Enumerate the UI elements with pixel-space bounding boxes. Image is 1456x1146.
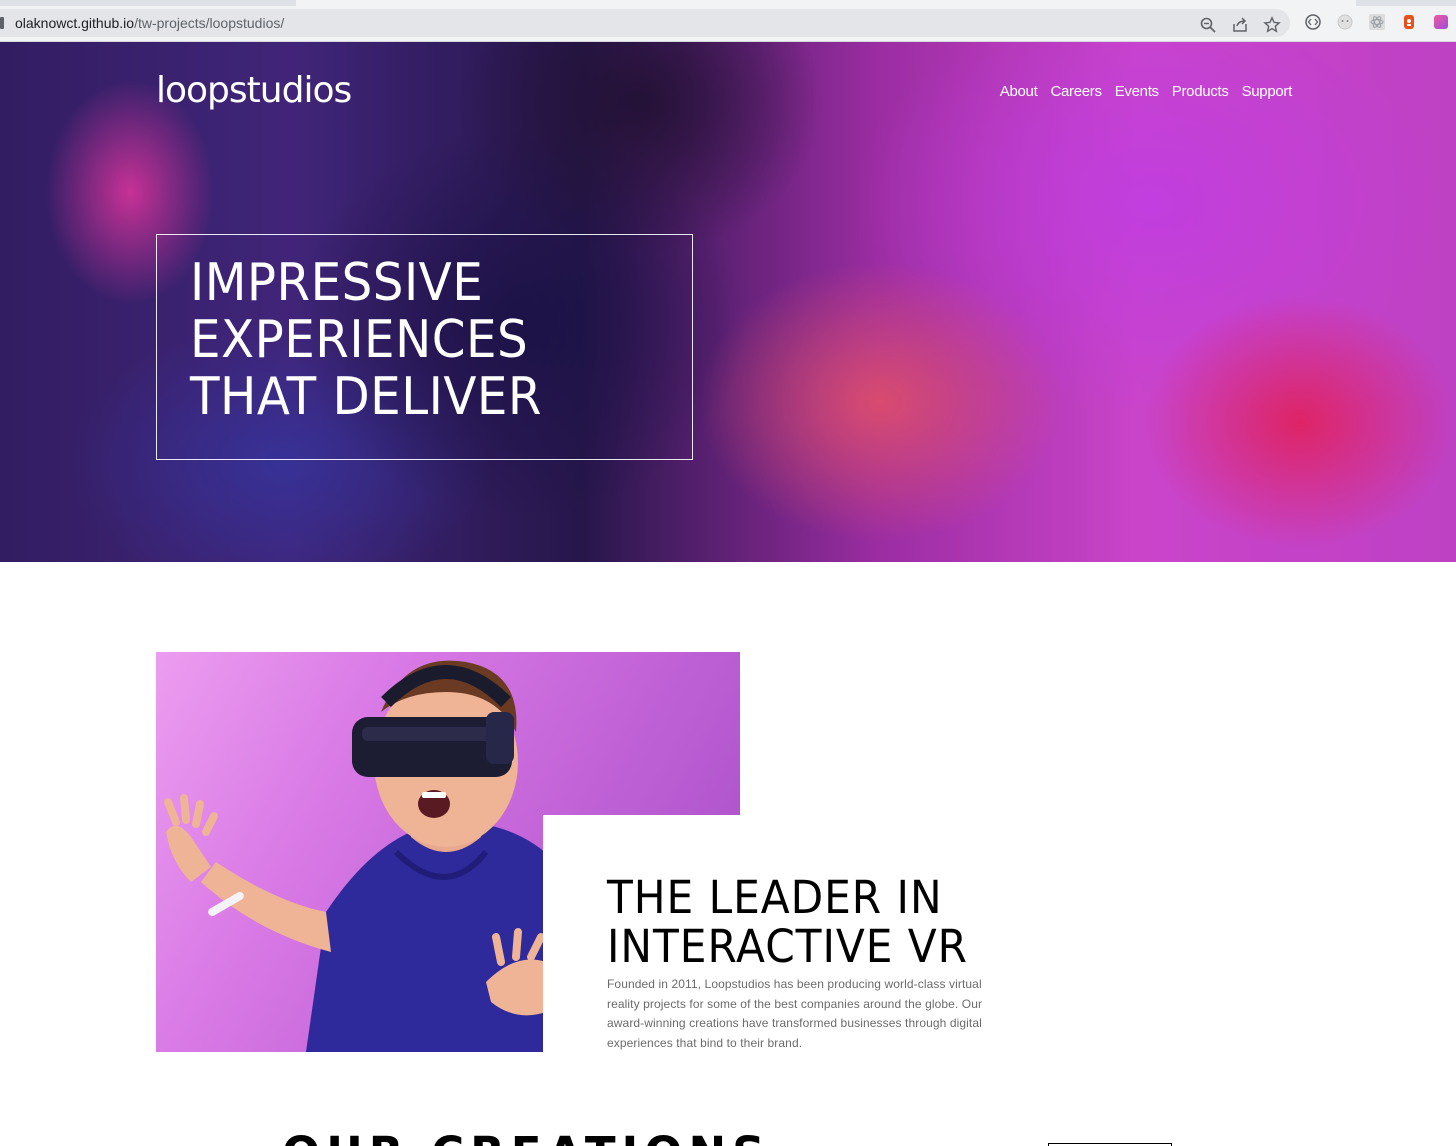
nav-link-support[interactable]: Support <box>1242 83 1293 100</box>
extension-bell-icon[interactable] <box>1399 12 1419 32</box>
extension-code-icon[interactable] <box>1303 12 1323 32</box>
intro-heading-line: THE LEADER IN <box>607 871 943 924</box>
extension-face-icon[interactable] <box>1335 12 1355 32</box>
nav-link-careers[interactable]: Careers <box>1050 83 1102 100</box>
hero-title-line: EXPERIENCES <box>190 310 529 370</box>
hero-title-line: IMPRESSIVE <box>190 253 484 313</box>
nav-link-events[interactable]: Events <box>1115 83 1159 100</box>
intro-heading-line: INTERACTIVE VR <box>607 920 969 973</box>
extension-gradient-icon[interactable] <box>1431 12 1451 32</box>
url-host: olaknowct.github.io <box>15 15 135 31</box>
intro-heading: THE LEADER IN INTERACTIVE VR <box>607 873 968 971</box>
creations-heading: OUR CREATIONS <box>282 1130 771 1146</box>
hero-section: loopstudios About Careers Events Product… <box>0 42 1456 562</box>
url-text[interactable]: olaknowct.github.io/tw-projects/loopstud… <box>15 15 284 31</box>
hero-title-line: THAT DELIVER <box>190 367 542 427</box>
extension-react-icon[interactable] <box>1367 12 1387 32</box>
lock-icon[interactable] <box>0 17 4 29</box>
intro-description: Founded in 2011, Loopstudios has been pr… <box>607 977 983 1050</box>
hero-title-box: IMPRESSIVE EXPERIENCES THAT DELIVER <box>156 234 693 460</box>
nav-link-products[interactable]: Products <box>1172 83 1229 100</box>
zoom-icon[interactable] <box>1198 15 1218 35</box>
address-bar[interactable]: olaknowct.github.io/tw-projects/loopstud… <box>0 9 1290 37</box>
hero-title: IMPRESSIVE EXPERIENCES THAT DELIVER <box>190 255 657 426</box>
browser-toolbar: olaknowct.github.io/tw-projects/loopstud… <box>0 6 1456 42</box>
nav-link-about[interactable]: About <box>1000 83 1038 100</box>
bookmark-star-icon[interactable] <box>1262 15 1282 35</box>
main-nav: About Careers Events Products Support <box>1000 83 1293 100</box>
share-icon[interactable] <box>1230 15 1250 35</box>
site-logo[interactable]: loopstudios <box>156 70 352 111</box>
url-path: /tw-projects/loopstudios/ <box>134 15 285 31</box>
